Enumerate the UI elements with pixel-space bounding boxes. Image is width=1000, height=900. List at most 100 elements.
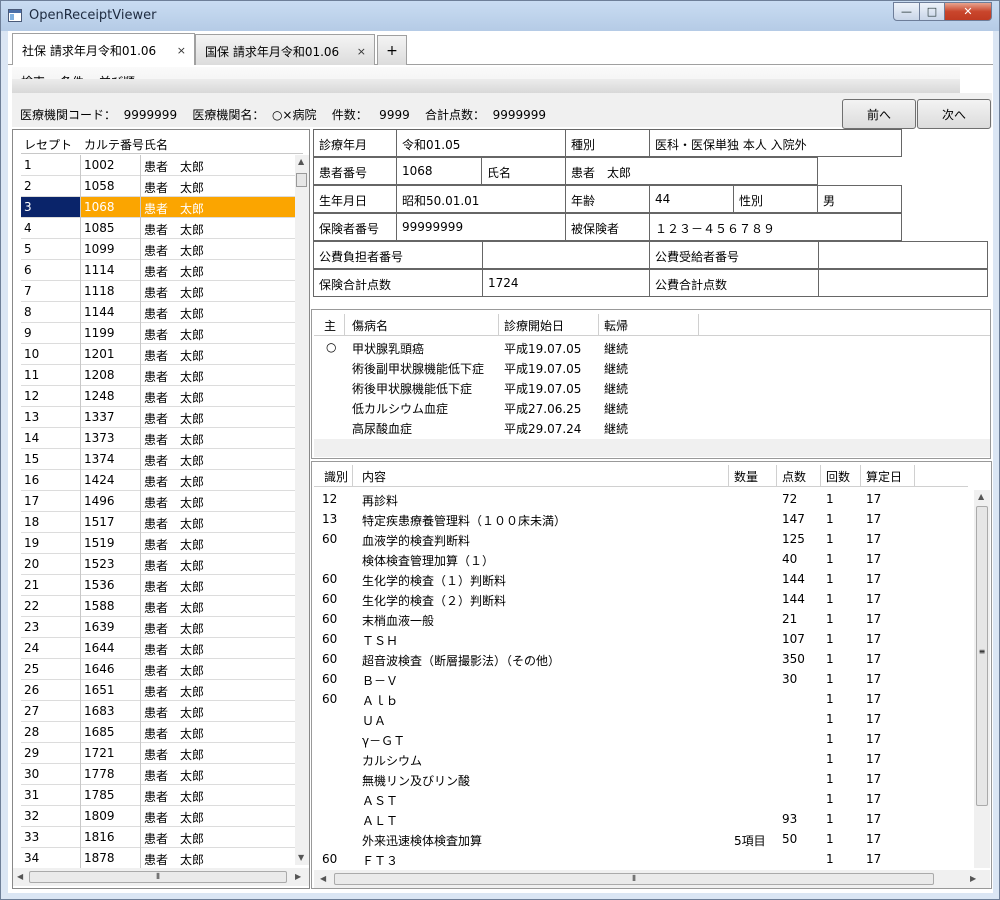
header-disease-name[interactable]: 傷病名 [352, 317, 388, 334]
list-row[interactable]: 3 1068 患者 太郎 [21, 197, 295, 218]
list-vertical-scrollbar[interactable]: ▲ ▼ [295, 155, 309, 865]
next-button[interactable]: 次へ [917, 99, 991, 129]
list-row[interactable]: 11 1208 患者 太郎 [21, 365, 295, 386]
disease-row[interactable]: 高尿酸血症 平成29.07.24 継続 [314, 417, 990, 437]
list-row[interactable]: 7 1118 患者 太郎 [21, 281, 295, 302]
treatment-row[interactable]: 60 超音波検査（断層撮影法）（その他） 350 1 17 [314, 649, 968, 669]
treatment-row[interactable]: 60 ＴＳＨ 107 1 17 [314, 629, 968, 649]
treatment-row[interactable]: 60 ＦＴ３ 1 17 [314, 849, 968, 869]
list-row[interactable]: 13 1337 患者 太郎 [21, 407, 295, 428]
list-row[interactable]: 27 1683 患者 太郎 [21, 701, 295, 722]
scroll-thumb[interactable]: ⦀ [29, 871, 287, 883]
tab-shaho[interactable]: 社保 請求年月令和01.06 × [12, 33, 195, 65]
treatment-row[interactable]: ＡＬＴ 93 1 17 [314, 809, 968, 829]
scroll-down-icon[interactable]: ▼ [298, 853, 304, 862]
treatment-vertical-scrollbar[interactable]: ▲ ≡ [974, 490, 990, 868]
treatment-horizontal-scrollbar[interactable]: ◀ ⦀ ▶ [314, 870, 990, 888]
list-row[interactable]: 12 1248 患者 太郎 [21, 386, 295, 407]
list-row[interactable]: 5 1099 患者 太郎 [21, 239, 295, 260]
list-row[interactable]: 30 1778 患者 太郎 [21, 764, 295, 785]
list-row[interactable]: 9 1199 患者 太郎 [21, 323, 295, 344]
treatment-row[interactable]: 60 生化学的検査（１）判断料 144 1 17 [314, 569, 968, 589]
scroll-thumb[interactable]: ≡ [976, 506, 988, 806]
disease-row[interactable]: ○ 甲状腺乳頭癌 平成19.07.05 継続 [314, 337, 990, 357]
list-row[interactable]: 32 1809 患者 太郎 [21, 806, 295, 827]
header-receipt[interactable]: レセプト [24, 136, 72, 153]
list-row[interactable]: 21 1536 患者 太郎 [21, 575, 295, 596]
treatment-row[interactable]: 60 末梢血液一般 21 1 17 [314, 609, 968, 629]
header-outcome[interactable]: 転帰 [604, 317, 628, 334]
treatment-row[interactable]: ＵＡ 1 17 [314, 709, 968, 729]
scroll-thumb[interactable]: ⦀ [334, 873, 934, 885]
list-row[interactable]: 33 1816 患者 太郎 [21, 827, 295, 848]
treatment-row[interactable]: 60 血液学的検査判断料 125 1 17 [314, 529, 968, 549]
title-bar[interactable]: OpenReceiptViewer — □ ✕ [1, 1, 999, 31]
list-row[interactable]: 15 1374 患者 太郎 [21, 449, 295, 470]
list-row[interactable]: 23 1639 患者 太郎 [21, 617, 295, 638]
treatment-row[interactable]: 60 Ｂ－Ｖ 30 1 17 [314, 669, 968, 689]
prev-button[interactable]: 前へ [842, 99, 916, 129]
disease-row[interactable]: 低カルシウム血症 平成27.06.25 継続 [314, 397, 990, 417]
header-kind[interactable]: 識別 [324, 468, 348, 485]
add-tab-button[interactable]: + [377, 35, 407, 65]
scroll-thumb[interactable] [296, 173, 307, 187]
list-row[interactable]: 34 1878 患者 太郎 [21, 848, 295, 869]
header-date[interactable]: 算定日 [866, 468, 902, 485]
list-row[interactable]: 26 1651 患者 太郎 [21, 680, 295, 701]
header-chart-no[interactable]: カルテ番号 [84, 136, 144, 153]
tab-close-icon[interactable]: × [177, 44, 186, 57]
list-row[interactable]: 22 1588 患者 太郎 [21, 596, 295, 617]
scroll-left-icon[interactable]: ◀ [17, 872, 23, 881]
cell-chart-no: 1878 [84, 851, 115, 865]
minimize-button[interactable]: — [893, 2, 920, 21]
header-quantity[interactable]: 数量 [734, 468, 758, 485]
list-row[interactable]: 24 1644 患者 太郎 [21, 638, 295, 659]
treatment-row[interactable]: 検体検査管理加算（１） 40 1 17 [314, 549, 968, 569]
close-window-button[interactable]: ✕ [944, 2, 992, 21]
list-row[interactable]: 20 1523 患者 太郎 [21, 554, 295, 575]
disease-row[interactable]: 術後副甲状腺機能低下症 平成19.07.05 継続 [314, 357, 990, 377]
list-row[interactable]: 31 1785 患者 太郎 [21, 785, 295, 806]
list-row[interactable]: 2 1058 患者 太郎 [21, 176, 295, 197]
scroll-right-icon[interactable]: ▶ [970, 874, 976, 883]
tab-kokuho[interactable]: 国保 請求年月令和01.06 × [195, 34, 375, 65]
treatment-row[interactable]: ＡＳＴ 1 17 [314, 789, 968, 809]
cell-disease-name: 甲状腺乳頭癌 [352, 342, 425, 356]
list-row[interactable]: 8 1144 患者 太郎 [21, 302, 295, 323]
treatment-row[interactable]: 無機リン及びリン酸 1 17 [314, 769, 968, 789]
tab-close-icon[interactable]: × [357, 45, 366, 58]
list-row[interactable]: 17 1496 患者 太郎 [21, 491, 295, 512]
scroll-left-icon[interactable]: ◀ [320, 874, 326, 883]
treatment-row[interactable]: 12 再診料 72 1 17 [314, 489, 968, 509]
header-main[interactable]: 主 [324, 317, 336, 334]
treatment-row[interactable]: カルシウム 1 17 [314, 749, 968, 769]
header-start-date[interactable]: 診療開始日 [504, 317, 564, 334]
list-row[interactable]: 25 1646 患者 太郎 [21, 659, 295, 680]
header-name[interactable]: 氏名 [144, 136, 168, 153]
scroll-up-icon[interactable]: ▲ [298, 157, 304, 166]
treatment-row[interactable]: 外来迅速検体検査加算 5項目 50 1 17 [314, 829, 968, 849]
treatment-row[interactable]: 13 特定疾患療養管理料（１００床未満） 147 1 17 [314, 509, 968, 529]
list-row[interactable]: 6 1114 患者 太郎 [21, 260, 295, 281]
treatment-row[interactable]: γ－ＧＴ 1 17 [314, 729, 968, 749]
list-row[interactable]: 19 1519 患者 太郎 [21, 533, 295, 554]
disease-row[interactable]: 術後甲状腺機能低下症 平成19.07.05 継続 [314, 377, 990, 397]
list-row[interactable]: 4 1085 患者 太郎 [21, 218, 295, 239]
treatment-row[interactable]: 60 生化学的検査（２）判断料 144 1 17 [314, 589, 968, 609]
treatment-row[interactable]: 60 Ａｌｂ 1 17 [314, 689, 968, 709]
list-row[interactable]: 28 1685 患者 太郎 [21, 722, 295, 743]
list-row[interactable]: 18 1517 患者 太郎 [21, 512, 295, 533]
list-row[interactable]: 14 1373 患者 太郎 [21, 428, 295, 449]
list-row[interactable]: 1 1002 患者 太郎 [21, 155, 295, 176]
list-row[interactable]: 16 1424 患者 太郎 [21, 470, 295, 491]
list-row[interactable]: 29 1721 患者 太郎 [21, 743, 295, 764]
list-horizontal-scrollbar[interactable]: ◀ ⦀ ▶ [13, 868, 309, 886]
scroll-up-icon[interactable]: ▲ [978, 492, 984, 501]
maximize-button[interactable]: □ [919, 2, 945, 21]
header-count[interactable]: 回数 [826, 468, 850, 485]
scroll-right-icon[interactable]: ▶ [295, 872, 301, 881]
header-points[interactable]: 点数 [782, 468, 806, 485]
header-content[interactable]: 内容 [362, 468, 386, 485]
disease-horizontal-scrollbar[interactable] [314, 439, 990, 457]
list-row[interactable]: 10 1201 患者 太郎 [21, 344, 295, 365]
